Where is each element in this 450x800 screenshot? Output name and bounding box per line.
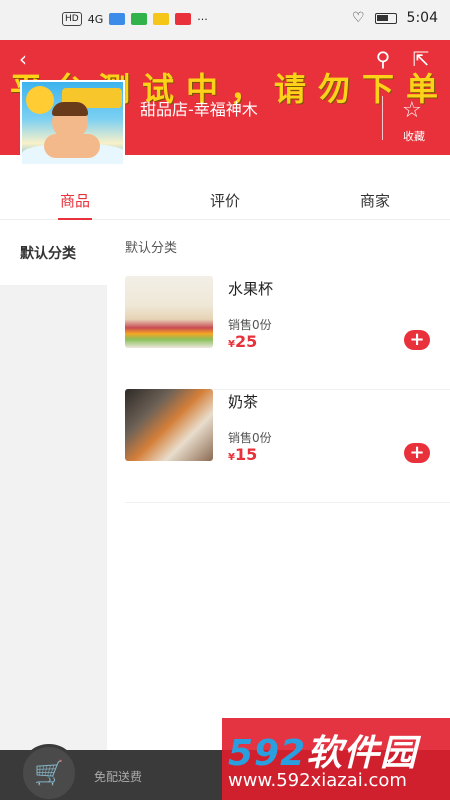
watermark-title: 592软件园: [228, 724, 417, 776]
status-left: HD 4G ···: [62, 12, 208, 26]
product-item[interactable]: 奶茶 销售0份 ¥15 +: [125, 389, 450, 503]
network-type: 4G: [87, 12, 104, 26]
watermark-text: 软件园: [306, 733, 418, 774]
product-name: 奶茶: [228, 393, 259, 411]
category-title: 默认分类: [125, 241, 178, 256]
shop-name: 甜品店-幸福神木: [140, 100, 258, 119]
location-icon: ♡: [351, 10, 365, 26]
watermark-url: www.592xiazai.com: [228, 770, 407, 791]
delivery-fee-text: 免配送费: [94, 770, 143, 784]
product-image[interactable]: [125, 276, 213, 348]
divider: [382, 96, 383, 140]
tab-bar: 商品 评价 商家: [0, 182, 450, 220]
product-price: ¥25: [228, 332, 257, 351]
price-value: 15: [234, 445, 258, 464]
tab-merchant[interactable]: 商家: [300, 182, 450, 219]
shop-header: HD 4G ··· ♡ 5:04 ‹ ⚲ ⇱ 平台测试中，请勿下单 甜品店-幸福…: [0, 0, 450, 166]
product-price: ¥15: [228, 445, 257, 464]
clock: 5:04: [406, 10, 438, 26]
shop-logo: [20, 80, 125, 166]
product-name: 水果杯: [228, 280, 274, 298]
tab-products[interactable]: 商品: [0, 182, 150, 220]
cart-button[interactable]: 🛒: [20, 744, 78, 800]
price-value: 25: [234, 332, 258, 351]
product-image[interactable]: [125, 389, 213, 461]
wechat-icon: [131, 13, 148, 25]
star-icon[interactable]: ☆: [402, 100, 422, 122]
watermark: 592软件园 www.592xiazai.com: [222, 718, 450, 800]
battery-icon: [374, 12, 397, 24]
message-icon: [175, 13, 192, 25]
product-sales: 销售0份: [228, 431, 272, 445]
add-to-cart-button[interactable]: +: [404, 443, 430, 463]
cart-icon: 🛒: [34, 759, 64, 787]
add-to-cart-button[interactable]: +: [404, 330, 430, 350]
logo-figure-hair: [52, 102, 88, 116]
category-sidebar: 默认分类: [0, 221, 107, 800]
favorite-label[interactable]: 收藏: [403, 128, 425, 144]
product-sales: 销售0份: [228, 318, 272, 332]
app-icon: [153, 13, 170, 25]
more-icon: ···: [197, 12, 208, 26]
status-right: ♡ 5:04: [352, 10, 438, 26]
status-bar: HD 4G ··· ♡ 5:04: [0, 0, 450, 40]
currency-symbol: ¥: [228, 339, 235, 350]
watermark-number: 592: [228, 733, 307, 774]
product-item[interactable]: 水果杯 销售0份 ¥25 +: [125, 276, 450, 390]
logo-sun: [26, 86, 54, 114]
notification-icon: [109, 13, 126, 25]
product-list: 默认分类 水果杯 销售0份 ¥25 + 奶茶 销售0份 ¥15 +: [107, 221, 450, 800]
network-badge: HD: [62, 12, 82, 26]
currency-symbol: ¥: [228, 452, 235, 463]
sidebar-item-default[interactable]: 默认分类: [0, 221, 107, 285]
tab-reviews[interactable]: 评价: [150, 182, 300, 219]
